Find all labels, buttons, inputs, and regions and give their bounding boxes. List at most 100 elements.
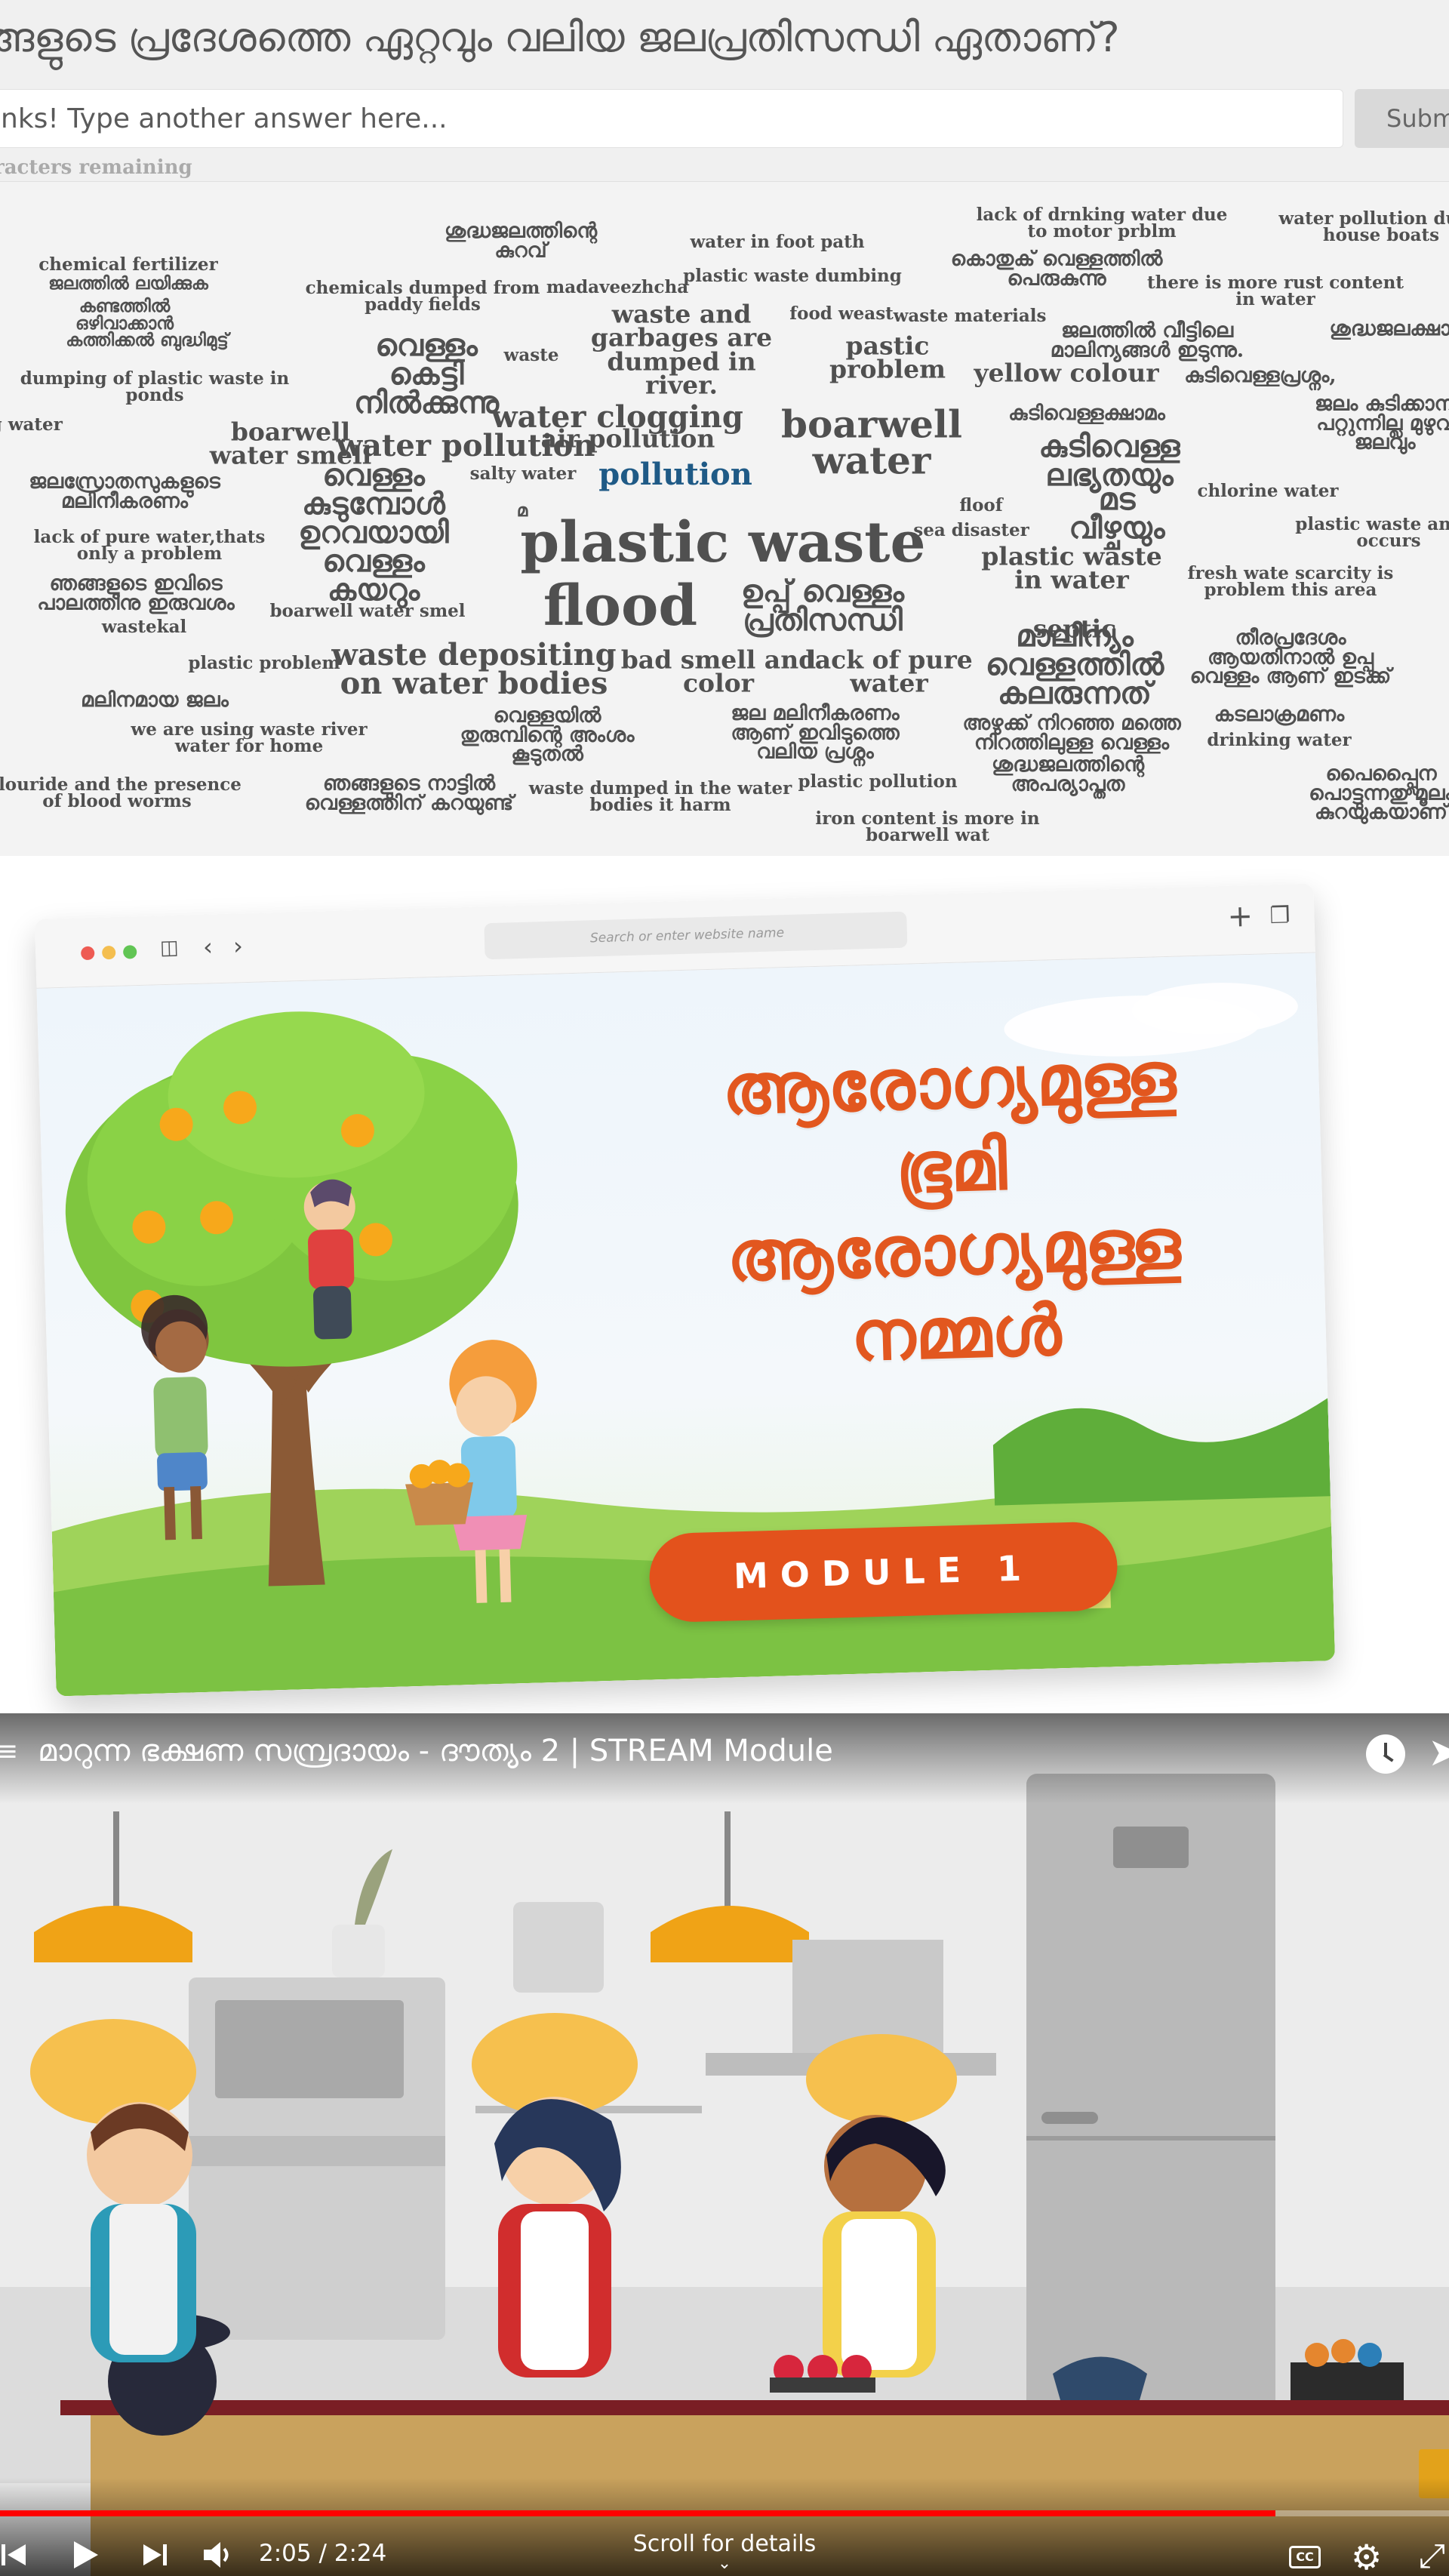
word-cloud-word: waste <box>503 345 559 366</box>
gear-icon[interactable]: ⚙ <box>1351 2537 1382 2576</box>
word-cloud-word: കുടിവെള്ളപ്രശ്നം, <box>1184 364 1337 388</box>
word-cloud-word: lack of drnking water due to motor prblm <box>976 205 1228 242</box>
word-cloud-word: മാലിന്യം വെള്ളത്തിൽ കലരുന്നത് <box>985 618 1164 711</box>
scroll-for-details[interactable]: Scroll for details ⌄ <box>619 2531 830 2573</box>
submit-button[interactable]: Subm <box>1355 89 1449 148</box>
word-cloud-word: sea disaster <box>913 520 1029 541</box>
word-cloud-word: waste depositing on water bodies <box>331 637 617 701</box>
word-cloud-word: ജലം കുടിക്കാന് പറ്റുന്നില്ല മുഴുവ ജലവും <box>1315 392 1449 454</box>
banner-illustration: ആരോഗ്യമുള്ള ഭൂമി ആരോഗ്യമുള്ള നമ്മൾ MODUL… <box>36 953 1336 1697</box>
cc-icon[interactable]: CC <box>1289 2546 1321 2568</box>
word-cloud-word: ജലത്തിൽ ലയിക്കുക <box>48 273 208 294</box>
word-cloud-word: കത്തിക്കൽ ബുദ്ധിമുട്ട് <box>66 330 229 351</box>
word-cloud-word: കണ്ടത്തിൽ <box>78 296 171 317</box>
word-cloud-word: chemicals dumped from paddy fields <box>305 278 540 315</box>
word-cloud-word: plastic waste and fl occurs <box>1295 514 1449 551</box>
word-cloud-word: bad smell and color <box>620 645 817 698</box>
word-cloud-word: ശുദ്ധജലത്തിന്റെ കുറവ് <box>444 219 598 262</box>
volume-icon[interactable] <box>201 2538 235 2571</box>
word-cloud-word: fresh wate scarcity is problem this area <box>1187 563 1394 600</box>
module-banner-section: ◫ ‹ › Search or enter website name + ❐ ആ… <box>0 856 1449 1713</box>
chevron-down-icon: ⌄ <box>717 2554 732 2573</box>
forward-arrow-icon: › <box>232 931 244 961</box>
word-cloud-word: pollution <box>598 457 752 492</box>
word-cloud-word: ഞങ്ങളുടെ നാട്ടിൽ വെള്ളത്തിന് കറയുണ്ട് <box>304 771 514 814</box>
skip-next-icon[interactable] <box>140 2538 171 2571</box>
word-cloud-word: കൊതുക് വെള്ളത്തിൽ പെരുകുന്നു <box>950 247 1163 290</box>
word-cloud-word: plastic problem <box>188 653 340 674</box>
word-cloud-word: ing water <box>0 414 63 435</box>
word-cloud-word: dumping of plastic waste in ponds <box>20 368 290 405</box>
share-icon[interactable]: ➤ <box>1428 1730 1449 1775</box>
word-cloud-word: water pollution <box>336 428 595 463</box>
wordcloud-section: ങ്ങളുടെ പ്രദേശത്തെ ഏറ്റവും വലിയ ജലപ്രതിസ… <box>0 0 1449 856</box>
video-title[interactable]: മാറുന്ന ഭക്ഷണ സമ്പ്രദായം - ദൗത്യം 2 | ST… <box>38 1734 833 1768</box>
progress-bar-fill[interactable] <box>0 2510 1275 2516</box>
question-heading: ങ്ങളുടെ പ്രദേശത്തെ ഏറ്റവും വലിയ ജലപ്രതിസ… <box>0 14 1120 61</box>
word-cloud-word: ഞങ്ങളുടെ ഇവിടെ പാലത്തിനു ഇരുവശം <box>37 571 235 614</box>
word-cloud-word: plastic waste dumbing <box>683 266 902 287</box>
window-close-dot <box>80 946 95 961</box>
word-cloud-word: pastic problem <box>829 331 946 384</box>
word-cloud-word: there is more rust content in water <box>1147 272 1404 309</box>
word-cloud-word: water in foot path <box>690 232 865 253</box>
back-arrow-icon: ‹ <box>202 932 214 962</box>
word-cloud-word: waste dumped in the water bodies it harm <box>528 778 792 815</box>
word-cloud-word: flouride and the presence of blood worms <box>0 774 242 811</box>
word-cloud-word: ഉപ്പ് വെള്ളം പ്രതിസന്ധി <box>740 574 905 638</box>
word-cloud-word: boarwell water <box>781 402 962 482</box>
characters-remaining-text: racters remaining <box>0 156 192 179</box>
word-cloud-word: ശുദ്ധജലത്തിന്റെ അപര്യാപ്തത <box>991 752 1145 796</box>
word-cloud-word: floof <box>959 495 1003 516</box>
play-icon[interactable] <box>69 2538 101 2571</box>
word-cloud-word: chemical fertilizer <box>38 254 218 275</box>
word-cloud-word: plastic waste in water <box>981 541 1162 595</box>
word-cloud-word: yellow colour <box>974 358 1159 388</box>
word-cloud-word: drinking water <box>1207 730 1352 751</box>
banner-title: ആരോഗ്യമുള്ള ഭൂമി ആരോഗ്യമുള്ള നമ്മൾ <box>721 1036 1182 1377</box>
watch-later-icon[interactable] <box>1366 1734 1405 1774</box>
tabs-icon: ❐ <box>1269 902 1291 930</box>
word-cloud-word: flood <box>543 573 698 639</box>
word-cloud-word: wastekal <box>101 617 187 638</box>
word-cloud-word: കുടിവെള്ളക്ഷാമം <box>1008 402 1165 426</box>
word-cloud-word: salty water <box>469 463 577 485</box>
word-cloud-word: വെള്ളയിൽ തുരുമ്പിന്റെ അംശം കൂടുതൽ <box>460 703 635 766</box>
word-cloud-word: വെള്ളം കുടുമ്പോൾ ഉറവയായി വെള്ളം കയറും <box>298 457 449 608</box>
word-cloud-word: waste materials <box>893 306 1047 327</box>
word-cloud-word: food weast <box>789 303 894 325</box>
word-cloud-word: പൈപ്പ്ലൈന പൊട്ടുന്നതു മൂലം കുറയുകയാണ് <box>1309 762 1449 824</box>
word-cloud-word: lack of pure water <box>805 645 973 698</box>
word-cloud-word: iron content is more in boarwell wat <box>815 808 1040 845</box>
word-cloud: ശുദ്ധജലത്തിന്റെ കുറവ് water in foot path l… <box>0 181 1449 856</box>
exit-fullscreen-icon[interactable]: ⤢ <box>1419 2537 1445 2575</box>
browser-mockup: ◫ ‹ › Search or enter website name + ❐ ആ… <box>34 883 1336 1697</box>
word-cloud-word: ജലസ്രോതസുകളുടെ മലിനീകരണം <box>29 469 220 512</box>
sidebar-icon: ◫ <box>159 936 180 960</box>
module-1-button[interactable]: MODULE 1 <box>648 1521 1119 1623</box>
word-cloud-word: we are using waste river water for home <box>131 719 368 756</box>
playlist-icon[interactable]: ≡ <box>0 1736 18 1767</box>
window-maximize-dot <box>122 945 137 959</box>
word-cloud-word: water pollution due t house boats <box>1278 208 1449 245</box>
word-cloud-word: plastic pollution <box>798 771 958 792</box>
cooking-kitchen-video-frame <box>0 1713 1449 2576</box>
answer-input[interactable] <box>0 89 1343 148</box>
window-minimize-dot <box>101 945 116 960</box>
word-cloud-word: മലിനമായ ജലം <box>81 688 229 712</box>
word-cloud-word: കടലാക്രമണം <box>1214 703 1345 727</box>
word-cloud-word: വെള്ളം കെട്ടി നിൽക്കുന്നു <box>354 328 499 420</box>
word-cloud-word: ജലത്തിൽ വീട്ടിലെ മാലിന്യങ്ങൾ ഇടുന്നു. <box>1050 319 1244 362</box>
word-cloud-word: waste and garbages are dumped in river. <box>590 299 773 400</box>
word-cloud-word: boarwell water smel <box>269 601 466 622</box>
word-cloud-word: ശുദ്ധജലക്ഷാമ <box>1329 317 1449 341</box>
word-cloud-word: മട വീഴ്ചയും <box>1069 482 1165 546</box>
word-cloud-word: madaveezhcha <box>546 277 689 298</box>
url-bar: Search or enter website name <box>484 911 908 960</box>
skip-previous-icon[interactable] <box>0 2538 30 2571</box>
video-player[interactable]: ≡ മാറുന്ന ഭക്ഷണ സമ്പ്രദായം - ദൗത്യം 2 | … <box>0 1713 1449 2576</box>
word-cloud-word: ജല മലിനീകരണം ആണ് ഇവിടുത്തെ വലിയ പ്രശ്നം <box>731 701 900 764</box>
time-display: 2:05 / 2:24 <box>259 2540 387 2567</box>
plus-icon: + <box>1226 898 1254 934</box>
word-cloud-word: അഴുക്ക് നിറഞ്ഞ മത്തെ നിറത്തിലുള്ള വെള്ളം <box>962 711 1181 754</box>
